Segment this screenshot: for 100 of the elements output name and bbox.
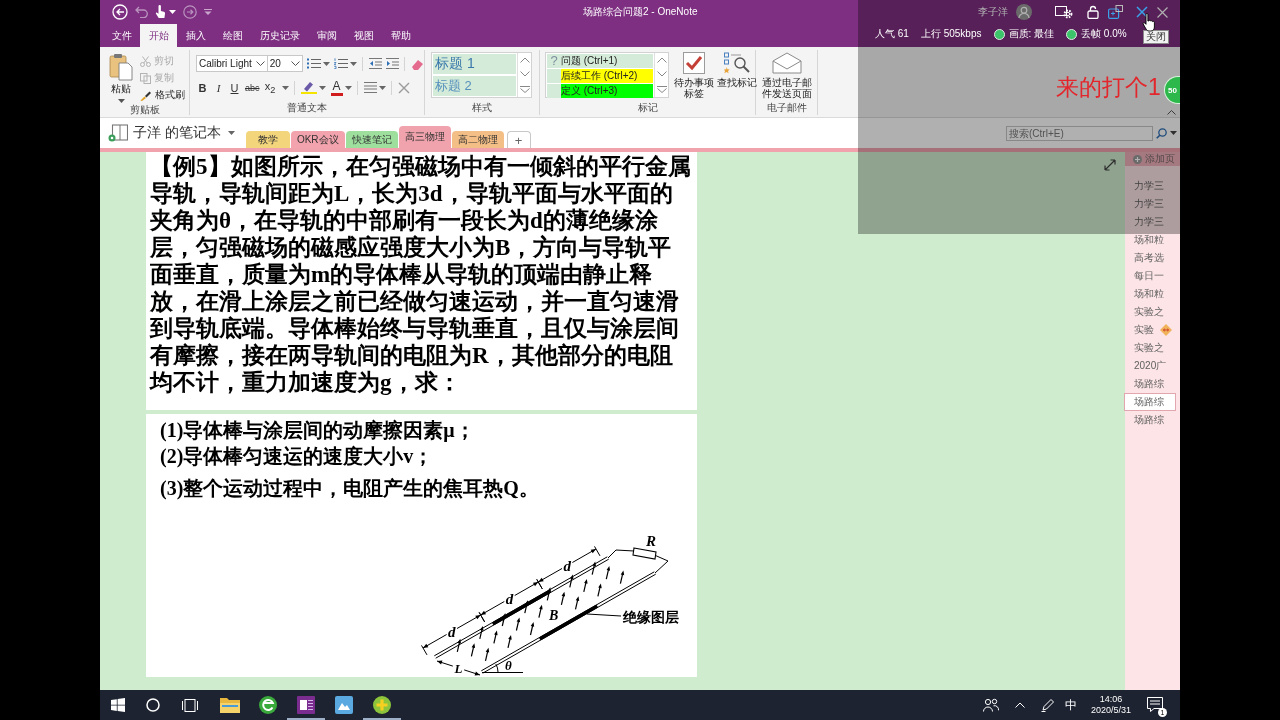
notebook-app-icon	[297, 696, 315, 714]
search-field[interactable]: 搜索(Ctrl+E)	[1006, 125, 1153, 141]
caret-icon[interactable]	[227, 131, 235, 135]
ribbon-tab[interactable]: 开始	[140, 24, 177, 47]
paste-button[interactable]: 粘贴	[109, 53, 133, 95]
numbering-icon[interactable]	[334, 58, 348, 69]
page-item[interactable]: 场路综	[1125, 411, 1180, 429]
page-item[interactable]: 力学三	[1125, 213, 1180, 231]
input-method-button[interactable]: 中	[1064, 696, 1077, 714]
page-item[interactable]: 高考选	[1125, 249, 1180, 267]
underline-button[interactable]: U	[228, 79, 241, 96]
page-item[interactable]: 力学三	[1125, 195, 1180, 213]
strikethrough-button[interactable]: abc	[244, 79, 261, 96]
notification-icon[interactable]	[1147, 697, 1163, 713]
ribbon-tab[interactable]: 插入	[177, 24, 214, 47]
eraser-icon[interactable]	[411, 57, 424, 70]
caret-icon[interactable]	[318, 85, 326, 90]
avatar-icon[interactable]	[1016, 4, 1032, 20]
todo-tag-button[interactable]: 待办事项标签	[673, 52, 715, 101]
close-icon[interactable]	[1136, 6, 1148, 18]
ribbon-tab[interactable]: 帮助	[382, 24, 419, 47]
subscript-button[interactable]: x$_{2}$	[263, 79, 277, 96]
tooltip: 关闭	[1143, 30, 1169, 44]
pen-icon[interactable]	[1040, 698, 1055, 712]
task-view-icon[interactable]	[182, 698, 198, 712]
style-item[interactable]: 标题 1	[433, 54, 516, 74]
font-dropdown[interactable]: Calibri Light	[196, 55, 268, 72]
diamond-icon	[1160, 324, 1172, 336]
format-painter-button[interactable]: 格式刷	[140, 87, 185, 103]
page-item[interactable]: 实验	[1125, 321, 1180, 339]
tag-item[interactable]: 定义 (Ctrl+3)	[547, 84, 653, 98]
settings-icon[interactable]	[1055, 5, 1073, 19]
notebook-dropdown[interactable]: 子洋 的笔记本	[133, 124, 221, 142]
undo-icon[interactable]	[135, 6, 148, 18]
add-section-tab[interactable]: +	[506, 131, 531, 148]
caret-icon[interactable]	[378, 85, 386, 90]
caret-icon[interactable]	[281, 85, 289, 90]
size-dropdown[interactable]: 20	[266, 55, 303, 72]
stat-text: 画质: 最佳	[1008, 27, 1055, 41]
indent-icon[interactable]	[386, 58, 399, 69]
back-icon[interactable]	[112, 4, 128, 20]
section-tab[interactable]: 教学	[245, 131, 290, 148]
section-tab[interactable]: 高二物理	[451, 131, 504, 148]
scroll-up-icon[interactable]	[519, 57, 530, 64]
outdent-icon[interactable]	[369, 58, 382, 69]
touch-mode-icon[interactable]	[155, 5, 166, 19]
section-tab[interactable]: OKR会议	[290, 131, 345, 148]
page-item[interactable]: 场路综	[1124, 393, 1176, 411]
ribbon-tab[interactable]: 视图	[345, 24, 382, 47]
caret-icon[interactable]	[117, 99, 125, 103]
user-name[interactable]: 李子洋	[978, 5, 1008, 19]
tag-item[interactable]: 后续工作 (Ctrl+2)	[547, 69, 653, 83]
caret-icon[interactable]	[350, 61, 357, 66]
page-item[interactable]: 场和粒	[1125, 285, 1180, 303]
font-color-button[interactable]: A	[330, 79, 343, 96]
page-item[interactable]: 场和粒	[1125, 231, 1180, 249]
windows-logo-icon[interactable]	[111, 698, 125, 712]
field-arrow	[479, 625, 484, 640]
customize-icon[interactable]	[204, 9, 212, 15]
field-arrow	[591, 561, 596, 576]
ring-icon[interactable]	[146, 698, 160, 712]
caret-icon[interactable]	[323, 61, 330, 66]
caret-icon[interactable]	[169, 10, 176, 14]
email-page-button[interactable]: 通过电子邮件发送页面	[761, 52, 813, 101]
bullets-icon[interactable]	[307, 58, 321, 69]
people-icon[interactable]	[982, 698, 999, 712]
page-item[interactable]: 实验之	[1125, 303, 1180, 321]
tag-item[interactable]: ? 问题 (Ctrl+1)	[547, 54, 653, 68]
more-icon[interactable]	[656, 85, 667, 93]
section-tab[interactable]: 高三物理	[398, 126, 451, 148]
ribbon-tab[interactable]: 历史记录	[251, 24, 308, 47]
more-icon[interactable]	[519, 85, 530, 93]
lock-icon[interactable]	[1087, 5, 1099, 19]
question-text: (1)导体棒与涂层间的动摩擦因素μ；	[160, 418, 476, 443]
scroll-down-icon[interactable]	[519, 71, 530, 78]
overlapping-windows-icon[interactable]	[1108, 5, 1123, 19]
section-tab[interactable]: 快速笔记	[345, 131, 398, 148]
caret-icon[interactable]	[1170, 131, 1177, 135]
expand-icon[interactable]	[1104, 159, 1116, 171]
page-item[interactable]: 力学三	[1125, 177, 1180, 195]
caret-icon[interactable]	[344, 85, 352, 90]
italic-button[interactable]: I	[212, 79, 225, 96]
checked-box-icon	[683, 52, 705, 74]
cross-icon[interactable]	[397, 81, 410, 94]
redo-icon[interactable]	[183, 5, 197, 19]
scroll-down-icon[interactable]	[656, 71, 667, 78]
page-item[interactable]: 场路综	[1125, 375, 1180, 393]
highlighter-icon[interactable]	[300, 81, 317, 94]
ribbon-tab[interactable]: 审阅	[308, 24, 345, 47]
page-item[interactable]: 实验之	[1125, 339, 1180, 357]
ribbon-tab[interactable]: 绘图	[214, 24, 251, 47]
find-tags-button[interactable]: 查找标记	[715, 52, 759, 101]
align-icon[interactable]	[363, 82, 377, 93]
bold-button[interactable]: B	[196, 79, 209, 96]
ribbon-tab[interactable]: 文件	[103, 24, 140, 47]
page-item[interactable]: 2020广	[1125, 357, 1180, 375]
page-item[interactable]: 每日一	[1125, 267, 1180, 285]
scroll-up-icon[interactable]	[656, 57, 667, 64]
envelope-icon	[772, 52, 802, 74]
search-icon[interactable]	[1156, 127, 1167, 139]
